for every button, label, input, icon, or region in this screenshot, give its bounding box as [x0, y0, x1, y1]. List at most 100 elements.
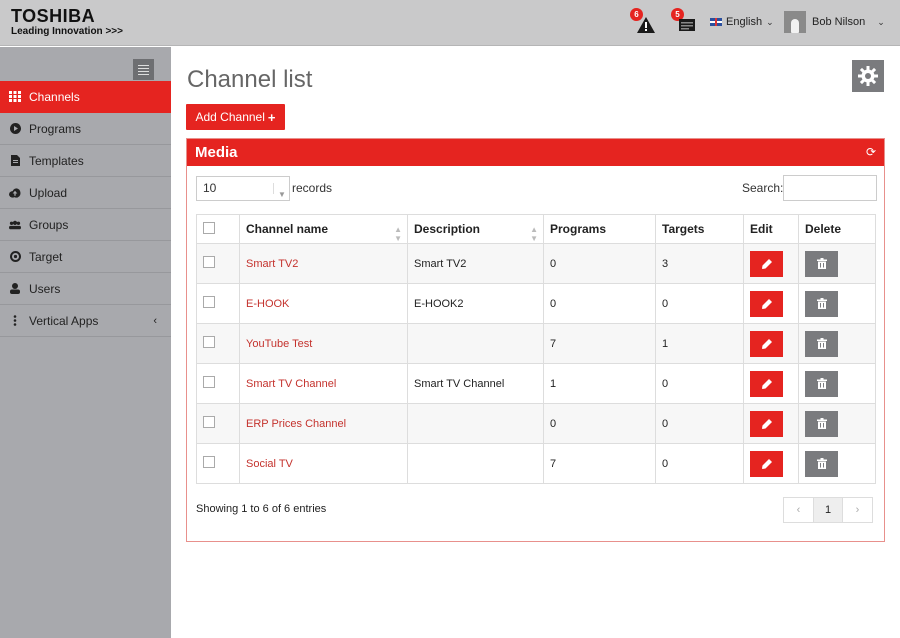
channel-name-link[interactable]: ERP Prices Channel	[246, 418, 346, 430]
sidebar-item-templates[interactable]: Templates	[0, 145, 171, 177]
chevron-down-icon: ⌄	[766, 16, 774, 27]
pencil-icon	[761, 298, 772, 309]
sidebar-item-users[interactable]: Users	[0, 273, 171, 305]
refresh-icon[interactable]: ⟳	[866, 139, 876, 166]
channel-name-link[interactable]: Smart TV Channel	[246, 378, 336, 390]
row-checkbox[interactable]	[203, 376, 215, 388]
programs-cell: 7	[543, 323, 656, 364]
cloud-upload-icon	[9, 187, 21, 199]
sidebar-item-label: Channels	[29, 89, 80, 104]
channel-name-link[interactable]: YouTube Test	[246, 338, 312, 350]
edit-button[interactable]	[750, 330, 783, 357]
brand-logo[interactable]: TOSHIBA Leading Innovation >>>	[11, 7, 123, 38]
search-label: Search:	[742, 181, 784, 195]
column-header-description[interactable]: Description ▲ ▼	[407, 214, 544, 244]
targets-cell: 1	[655, 323, 744, 364]
language-selector[interactable]: English ⌄	[710, 16, 774, 28]
row-checkbox[interactable]	[203, 256, 215, 268]
programs-cell: 0	[543, 403, 656, 444]
delete-cell	[798, 363, 876, 404]
channel-name-cell: ERP Prices Channel	[239, 403, 408, 444]
delete-cell	[798, 243, 876, 284]
sidebar-item-upload[interactable]: Upload	[0, 177, 171, 209]
trash-icon	[816, 298, 827, 309]
caret-down-icon: ▼	[273, 183, 286, 199]
menu-toggle-button[interactable]	[133, 59, 154, 80]
trash-icon	[816, 458, 827, 469]
sidebar-item-channels[interactable]: Channels	[0, 81, 171, 113]
row-checkbox[interactable]	[203, 296, 215, 308]
add-channel-label: Add Channel	[195, 110, 265, 124]
row-checkbox[interactable]	[203, 336, 215, 348]
table-row: Smart TV2 Smart TV2 0 3	[196, 243, 876, 284]
sidebar-item-label: Templates	[29, 153, 84, 168]
play-circle-icon	[9, 123, 21, 135]
edit-button[interactable]	[750, 250, 783, 277]
select-all-checkbox[interactable]	[203, 221, 215, 234]
edit-cell	[743, 363, 799, 404]
targets-cell: 0	[655, 363, 744, 404]
user-menu[interactable]: Bob Nilson ⌄	[784, 11, 885, 33]
edit-cell	[743, 403, 799, 444]
channel-name-link[interactable]: E-HOOK	[246, 298, 289, 310]
programs-cell: 1	[543, 363, 656, 404]
pagination-prev-button[interactable]: ‹	[783, 497, 814, 523]
delete-button[interactable]	[805, 290, 838, 317]
user-name: Bob Nilson	[812, 16, 866, 28]
delete-button[interactable]	[805, 410, 838, 437]
table-row: ERP Prices Channel 0 0	[196, 403, 876, 444]
page-length-select[interactable]: 10 ▼	[196, 176, 290, 201]
delete-cell	[798, 283, 876, 324]
brand-name: TOSHIBA	[11, 6, 96, 26]
add-channel-button[interactable]: Add Channel +	[186, 104, 285, 130]
channel-name-cell: Smart TV Channel	[239, 363, 408, 404]
sidebar-item-groups[interactable]: Groups	[0, 209, 171, 241]
row-select-cell	[196, 283, 240, 324]
column-header-label: Targets	[662, 222, 705, 236]
pencil-icon	[761, 258, 772, 269]
messages-icon	[679, 19, 695, 31]
row-select-cell	[196, 443, 240, 484]
plus-icon: +	[267, 109, 276, 125]
row-checkbox[interactable]	[203, 416, 215, 428]
delete-button[interactable]	[805, 370, 838, 397]
channel-name-link[interactable]: Smart TV2	[246, 258, 298, 270]
select-all-cell	[196, 214, 240, 244]
channel-name-link[interactable]: Social TV	[246, 458, 293, 470]
column-header-label: Description	[414, 222, 481, 236]
delete-button[interactable]	[805, 250, 838, 277]
trash-icon	[816, 378, 827, 389]
sidebar-item-vertical-apps[interactable]: Vertical Apps ‹	[0, 305, 171, 337]
edit-button[interactable]	[750, 450, 783, 477]
alerts-button[interactable]: 6	[630, 8, 656, 34]
column-header-delete: Delete	[798, 214, 876, 244]
row-checkbox[interactable]	[203, 456, 215, 468]
table-row: YouTube Test 7 1	[196, 323, 876, 364]
targets-cell: 3	[655, 243, 744, 284]
file-icon	[9, 155, 21, 167]
media-panel: Media ⟳ 10 ▼ records Search: Channel nam…	[186, 138, 885, 542]
description-cell: Smart TV Channel	[407, 363, 544, 404]
sidebar-item-target[interactable]: Target	[0, 241, 171, 273]
column-header-edit: Edit	[743, 214, 799, 244]
messages-button[interactable]: 5	[671, 8, 697, 34]
delete-cell	[798, 443, 876, 484]
column-header-targets[interactable]: Targets	[655, 214, 744, 244]
sidebar-item-programs[interactable]: Programs	[0, 113, 171, 145]
brand-tagline: Leading Innovation >>>	[11, 26, 123, 37]
records-label: records	[292, 181, 333, 195]
edit-button[interactable]	[750, 410, 783, 437]
pagination-page-1[interactable]: 1	[813, 497, 843, 523]
column-header-label: Delete	[805, 222, 842, 236]
description-cell	[407, 323, 544, 364]
column-header-programs[interactable]: Programs	[543, 214, 656, 244]
edit-button[interactable]	[750, 290, 783, 317]
settings-button[interactable]	[852, 60, 884, 92]
column-header-channel-name[interactable]: Channel name ▲ ▼	[239, 214, 408, 244]
edit-button[interactable]	[750, 370, 783, 397]
delete-button[interactable]	[805, 330, 838, 357]
search-input[interactable]	[783, 175, 877, 201]
delete-button[interactable]	[805, 450, 838, 477]
pagination-next-button[interactable]: ›	[842, 497, 873, 523]
table-row: Smart TV Channel Smart TV Channel 1 0	[196, 363, 876, 404]
